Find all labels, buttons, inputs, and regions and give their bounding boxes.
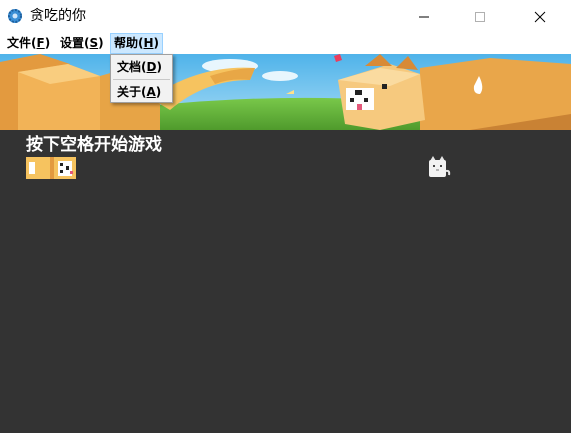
menu-settings-accelerator: S (89, 36, 99, 50)
cat-food-icon (429, 156, 451, 177)
menu-settings[interactable]: 设置(S) (57, 34, 107, 53)
menu-settings-label: 设置( (60, 36, 90, 50)
banner-image (0, 54, 571, 130)
menu-item-about[interactable]: 关于(A) (117, 84, 161, 100)
maximize-icon (475, 12, 485, 22)
minimize-icon (419, 16, 429, 18)
menu-item-docs[interactable]: 文档(D) (117, 59, 162, 75)
maximize-button[interactable] (457, 0, 503, 33)
app-window: 贪吃的你 文件(F) 设置(S) 帮助(H) 文档(D) 关于(A) 按下空格开… (0, 0, 571, 433)
menu-item-about-label: 关于( (117, 85, 147, 99)
menu-file-label: 文件( (7, 36, 37, 50)
snake-body-segment (26, 157, 50, 179)
menu-bar: 文件(F) 设置(S) 帮助(H) (0, 33, 571, 54)
menu-file-label-end: ) (44, 36, 51, 50)
menu-item-docs-label: 文档( (117, 60, 147, 74)
menu-settings-label-end: ) (98, 36, 104, 50)
close-icon (534, 11, 546, 23)
close-button[interactable] (517, 0, 563, 33)
menu-separator (113, 79, 170, 80)
window-title: 贪吃的你 (30, 8, 86, 24)
menu-item-docs-accelerator: D (146, 60, 157, 74)
start-prompt: 按下空格开始游戏 (26, 135, 162, 155)
menu-help-accelerator: H (143, 36, 154, 50)
snake-body-highlight (29, 162, 35, 174)
gear-app-icon (8, 9, 22, 23)
minimize-button[interactable] (401, 0, 447, 33)
menu-help-label: 帮助( (114, 36, 144, 50)
menu-item-about-label-end: ) (155, 85, 162, 99)
menu-item-docs-label-end: ) (156, 60, 162, 74)
help-dropdown-menu: 文档(D) 关于(A) (110, 54, 173, 103)
snake-head-dog-icon (50, 157, 76, 179)
menu-file-accelerator: F (36, 36, 45, 50)
title-bar[interactable]: 贪吃的你 (0, 0, 571, 33)
game-canvas[interactable]: 按下空格开始游戏 (0, 130, 571, 433)
menu-help[interactable]: 帮助(H) (110, 33, 164, 54)
menu-file[interactable]: 文件(F) (4, 34, 53, 53)
menu-help-label-end: ) (153, 36, 160, 50)
menu-item-about-accelerator: A (146, 85, 156, 99)
